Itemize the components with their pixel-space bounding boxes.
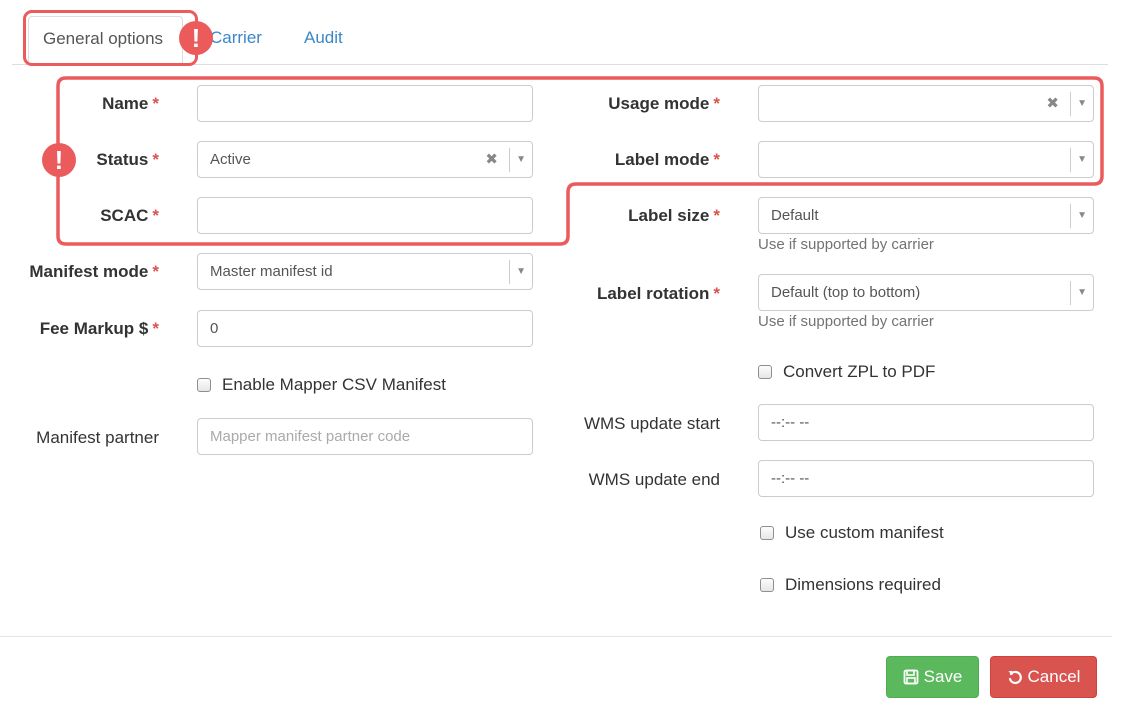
- select-divider: [1070, 92, 1071, 116]
- floppy-disk-icon: [903, 669, 919, 685]
- wms-update-end-label: WMS update end: [588, 470, 720, 489]
- status-value: Active: [210, 151, 251, 168]
- scac-input[interactable]: [198, 198, 532, 233]
- fee-markup-field[interactable]: [197, 310, 533, 347]
- fee-markup-label: Fee Markup $ *: [39, 319, 159, 338]
- select-divider: [509, 260, 510, 284]
- clear-icon[interactable]: ✖: [485, 142, 498, 177]
- custom-manifest-checkbox[interactable]: [760, 526, 774, 540]
- select-divider: [1070, 281, 1071, 305]
- clear-icon[interactable]: ✖: [1046, 86, 1059, 121]
- wms-update-start-label: WMS update start: [583, 414, 720, 433]
- label-mode-label: Label mode *: [614, 150, 720, 169]
- chevron-down-icon[interactable]: ▼: [516, 254, 526, 289]
- wms-update-end-input[interactable]: [759, 461, 1093, 496]
- label-rotation-value: Default (top to bottom): [771, 284, 921, 301]
- cancel-button[interactable]: Cancel: [990, 656, 1097, 698]
- label-rotation-help: Use if supported by carrier: [758, 313, 934, 330]
- wms-update-start-input[interactable]: [759, 405, 1093, 440]
- manifest-partner-input[interactable]: [198, 419, 532, 454]
- label-size-value: Default: [771, 207, 819, 224]
- manifest-mode-select[interactable]: Master manifest id ▼: [197, 253, 533, 290]
- status-select[interactable]: Active ✖ ▼: [197, 141, 533, 178]
- custom-manifest-checkbox-row[interactable]: Use custom manifest: [760, 523, 944, 543]
- cancel-button-label: Cancel: [1027, 667, 1081, 686]
- chevron-down-icon[interactable]: ▼: [1077, 142, 1087, 177]
- usage-mode-label: Usage mode *: [608, 94, 720, 113]
- dimensions-required-checkbox[interactable]: [760, 578, 774, 592]
- label-size-select[interactable]: Default ▼: [758, 197, 1094, 234]
- scac-field[interactable]: [197, 197, 533, 234]
- label-rotation-select[interactable]: Default (top to bottom) ▼: [758, 274, 1094, 311]
- wms-update-start-field[interactable]: [758, 404, 1094, 441]
- tab-audit[interactable]: Audit: [290, 16, 357, 64]
- label-mode-select[interactable]: ▼: [758, 141, 1094, 178]
- select-divider: [509, 148, 510, 172]
- enable-mapper-csv-checkbox-row[interactable]: Enable Mapper CSV Manifest: [197, 375, 446, 395]
- tab-highlight-outline: [23, 10, 198, 66]
- name-input[interactable]: [198, 86, 532, 121]
- manifest-mode-label: Manifest mode *: [29, 262, 159, 281]
- chevron-down-icon[interactable]: ▼: [1077, 275, 1087, 310]
- manifest-partner-field[interactable]: [197, 418, 533, 455]
- select-divider: [1070, 204, 1071, 228]
- name-field[interactable]: [197, 85, 533, 122]
- fee-markup-input[interactable]: [198, 311, 532, 346]
- enable-mapper-csv-label: Enable Mapper CSV Manifest: [222, 375, 446, 394]
- label-size-label: Label size *: [628, 206, 720, 225]
- warning-icon: !: [179, 21, 213, 55]
- undo-icon: [1007, 669, 1023, 685]
- dimensions-required-label: Dimensions required: [785, 575, 941, 594]
- chevron-down-icon[interactable]: ▼: [1077, 198, 1087, 233]
- warning-icon: !: [42, 143, 76, 177]
- chevron-down-icon[interactable]: ▼: [516, 142, 526, 177]
- footer-divider: [0, 636, 1112, 637]
- label-size-help: Use if supported by carrier: [758, 236, 934, 253]
- wms-update-end-field[interactable]: [758, 460, 1094, 497]
- convert-zpl-label: Convert ZPL to PDF: [783, 362, 936, 381]
- enable-mapper-csv-checkbox[interactable]: [197, 378, 211, 392]
- status-label: Status *: [96, 150, 159, 169]
- convert-zpl-checkbox-row[interactable]: Convert ZPL to PDF: [758, 362, 935, 382]
- dimensions-required-checkbox-row[interactable]: Dimensions required: [760, 575, 941, 595]
- select-divider: [1070, 148, 1071, 172]
- custom-manifest-label: Use custom manifest: [785, 523, 944, 542]
- usage-mode-select[interactable]: ✖ ▼: [758, 85, 1094, 122]
- manifest-mode-value: Master manifest id: [210, 263, 333, 280]
- scac-label: SCAC *: [100, 206, 159, 225]
- save-button[interactable]: Save: [886, 656, 979, 698]
- save-button-label: Save: [923, 667, 963, 686]
- convert-zpl-checkbox[interactable]: [758, 365, 772, 379]
- manifest-partner-label: Manifest partner: [36, 428, 159, 447]
- label-rotation-label: Label rotation *: [596, 284, 720, 303]
- name-label: Name *: [102, 94, 159, 113]
- chevron-down-icon[interactable]: ▼: [1077, 86, 1087, 121]
